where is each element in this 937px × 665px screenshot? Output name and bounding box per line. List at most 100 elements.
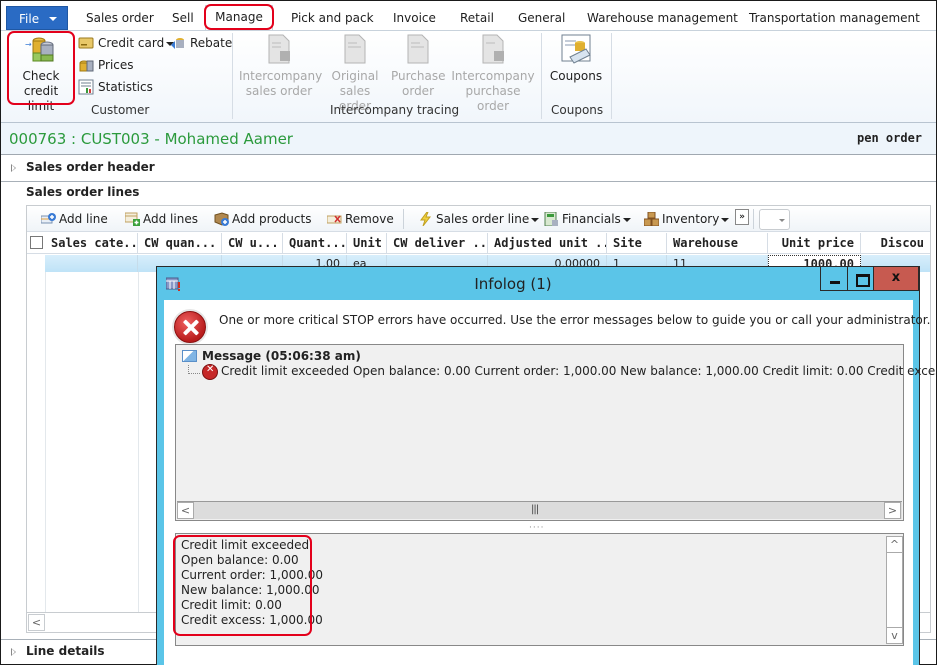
dialog-body: One or more critical STOP errors have oc… (164, 300, 937, 665)
stop-error-message: One or more critical STOP errors have oc… (219, 313, 931, 327)
fasttab-line-details-label: Line details (26, 644, 105, 658)
toolbar-overflow-button[interactable]: » (735, 209, 749, 225)
tree-connector (188, 365, 200, 374)
dropdown-caret-icon (531, 217, 540, 222)
dialog-titlebar[interactable]: Infolog (1) x (157, 267, 919, 300)
scroll-left-icon[interactable]: < (177, 502, 194, 519)
tab-manage[interactable]: Manage (205, 5, 273, 30)
tab-pick-and-pack[interactable]: Pick and pack (291, 7, 374, 29)
group-separator (541, 33, 542, 119)
scroll-down-icon[interactable]: v (886, 627, 903, 644)
prices-button[interactable]: Prices (78, 55, 134, 75)
select-all-checkbox[interactable] (30, 236, 43, 249)
lightning-icon (418, 211, 433, 227)
sales-order-line-menu[interactable]: Sales order line (418, 209, 540, 229)
column-header-cw-deliver[interactable]: CW deliver ... (387, 233, 488, 254)
panel-splitter[interactable]: ···· (529, 523, 544, 533)
error-stop-icon (174, 311, 206, 343)
detail-line: Open balance: 0.00 (181, 553, 299, 567)
add-lines-button[interactable]: Add lines (124, 209, 198, 229)
column-header-adjusted-unit[interactable]: Adjusted unit ... (488, 233, 607, 254)
original-sales-order-line1: Original (331, 69, 379, 83)
close-button[interactable]: x (873, 267, 919, 291)
inventory-menu[interactable]: Inventory (643, 209, 730, 229)
intercompany-purchase-order-line2: purchase order (465, 84, 521, 113)
column-header-quantity[interactable]: Quant... (283, 233, 347, 254)
message-tree-item[interactable]: Credit limit exceeded Open balance: 0.00… (202, 364, 937, 380)
detail-line: Credit limit exceeded (181, 538, 310, 552)
maximize-button[interactable] (847, 267, 874, 291)
intercompany-purchase-order-button[interactable]: Intercompany purchase order (451, 33, 535, 114)
inventory-label: Inventory (662, 212, 720, 226)
chevron-down-icon (49, 17, 57, 21)
column-divider (45, 272, 46, 612)
statistics-label: Statistics (98, 80, 153, 94)
minimize-button[interactable] (820, 267, 848, 291)
credit-card-label: Credit card (98, 36, 165, 50)
message-detail-panel: Credit limit exceeded Open balance: 0.00… (175, 533, 904, 646)
record-title-bar: 000763 : CUST003 - Mohamed Aamer pen ord… (1, 123, 936, 155)
message-tree-horizontal-scrollbar[interactable]: < ||| > (177, 501, 902, 519)
tab-transportation-management[interactable]: Transportation management (749, 7, 920, 29)
add-lines-icon (124, 212, 140, 226)
column-header-cw-unit[interactable]: CW u... (222, 233, 283, 254)
coupons-button[interactable]: Coupons (547, 33, 605, 84)
tab-sell[interactable]: Sell (172, 7, 194, 29)
scroll-right-icon[interactable]: > (884, 502, 901, 519)
tab-general[interactable]: General (518, 7, 565, 29)
add-lines-label: Add lines (143, 212, 198, 226)
ribbon: → Check credit limit Credit card Rebate (1, 31, 936, 123)
column-header-site[interactable]: Site (607, 233, 667, 254)
coupons-label: Coupons (549, 69, 603, 83)
envelope-icon (182, 350, 197, 362)
financials-label: Financials (562, 212, 621, 226)
original-sales-order-button[interactable]: Original sales order (323, 33, 387, 114)
message-detail-lines: Credit limit exceeded Open balance: 0.00… (181, 538, 323, 628)
scroll-up-icon[interactable]: ^ (886, 536, 903, 553)
column-header-warehouse[interactable]: Warehouse (667, 233, 768, 254)
credit-card-button[interactable]: Credit card (78, 33, 175, 53)
tab-sales-order[interactable]: Sales order (86, 7, 154, 29)
fasttab-sales-order-header[interactable]: Sales order header (1, 156, 936, 182)
purchase-order-button[interactable]: Purchase order (391, 33, 446, 99)
financials-menu[interactable]: Financials (544, 209, 631, 229)
column-header-sales-category[interactable]: Sales cate... (45, 233, 138, 254)
add-products-label: Add products (232, 212, 312, 226)
infolog-dialog: Infolog (1) x One or more critical STOP … (156, 266, 937, 665)
column-header-cw-quantity[interactable]: CW quan... (138, 233, 222, 254)
toolbar-separator (403, 209, 404, 229)
add-line-label: Add line (59, 212, 108, 226)
expand-arrow-icon (11, 648, 16, 656)
add-products-button[interactable]: Add products (214, 209, 311, 229)
message-tree-header[interactable]: Message (05:06:38 am) (182, 349, 361, 363)
statistics-button[interactable]: Statistics (78, 77, 153, 97)
scroll-left-icon[interactable]: < (28, 614, 45, 631)
tab-invoice[interactable]: Invoice (393, 7, 436, 29)
column-header-discount[interactable]: Discou (861, 233, 930, 254)
remove-button[interactable]: Remove (326, 209, 394, 229)
fasttab-lines-label: Sales order lines (26, 185, 140, 199)
tab-file[interactable]: File (6, 6, 68, 30)
check-credit-limit-button[interactable]: → Check credit limit (9, 33, 73, 114)
rebate-label: Rebate (190, 36, 233, 50)
intercompany-sales-order-button[interactable]: Intercompany sales order (239, 33, 322, 99)
ribbon-tab-bar: File Sales order Sell Manage Pick and pa… (1, 1, 936, 31)
tab-warehouse-management[interactable]: Warehouse management (587, 7, 738, 29)
detail-vertical-scrollbar[interactable]: ^ v (886, 536, 903, 644)
column-header-unit-price[interactable]: Unit price (768, 233, 861, 254)
dialog-title: Infolog (1) (474, 275, 552, 293)
lines-toolbar: Add line Add lines Add products Remove S… (27, 206, 930, 232)
column-header-unit[interactable]: Unit (347, 233, 387, 254)
toolbar-dropdown[interactable] (759, 209, 790, 230)
document-icon (339, 33, 371, 65)
tab-file-label: File (19, 12, 40, 26)
credit-card-icon (78, 35, 94, 51)
scroll-thumb-grip[interactable]: ||| (531, 504, 539, 515)
rebate-button[interactable]: Rebate (170, 33, 232, 53)
statistics-icon (78, 79, 94, 95)
message-tree: Message (05:06:38 am) Credit limit excee… (175, 344, 937, 521)
cell-sales-category[interactable] (45, 255, 138, 272)
add-line-button[interactable]: Add line (40, 209, 108, 229)
tab-retail[interactable]: Retail (460, 7, 494, 29)
fasttab-sales-order-lines[interactable]: Sales order lines (1, 181, 936, 207)
